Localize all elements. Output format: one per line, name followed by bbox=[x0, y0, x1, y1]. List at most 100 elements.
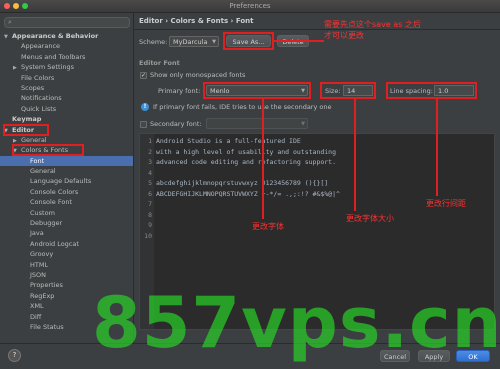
sidebar-item[interactable]: Groovy bbox=[0, 249, 133, 259]
sidebar-item[interactable]: Debugger bbox=[0, 218, 133, 228]
sidebar-item-label: Groovy bbox=[30, 250, 54, 259]
sidebar-item-label: Android Logcat bbox=[30, 239, 79, 248]
preview-line: abcdefghijklmnopqrstuvwxyz 0123456789 ()… bbox=[156, 179, 329, 187]
annotation-arrow-save-as bbox=[274, 40, 324, 42]
sidebar-item-label: Language Defaults bbox=[30, 177, 92, 186]
line-number: 8 bbox=[148, 210, 152, 219]
sidebar-item-label: Appearance & Behavior bbox=[12, 32, 99, 40]
sidebar-item-label: General bbox=[21, 135, 47, 144]
annotation-box-size bbox=[320, 82, 376, 99]
sidebar-item[interactable]: Java bbox=[0, 228, 133, 238]
zoom-button[interactable] bbox=[22, 3, 28, 9]
sidebar-item-label: System Settings bbox=[21, 63, 74, 72]
sidebar-item-label: Scopes bbox=[21, 83, 45, 92]
sidebar-item-label: File Status bbox=[30, 322, 64, 331]
annotation-spacing: 更改行间距 bbox=[426, 199, 466, 208]
monospaced-label: Show only monospaced fonts bbox=[150, 71, 246, 79]
secondary-font-select[interactable]: ▼ bbox=[206, 118, 308, 129]
secondary-font-checkbox[interactable] bbox=[140, 121, 147, 128]
sidebar-item[interactable]: JSON bbox=[0, 270, 133, 280]
annotation-arrow-font bbox=[262, 99, 264, 219]
sidebar-item[interactable]: File Colors bbox=[0, 73, 133, 83]
sidebar-item[interactable]: Android Logcat bbox=[0, 239, 133, 249]
sidebar-item-label: Diff bbox=[30, 312, 42, 321]
scheme-value: MyDarcula bbox=[173, 38, 208, 46]
secondary-font-label: Secondary font: bbox=[150, 120, 202, 128]
section-title: Editor Font bbox=[139, 59, 180, 67]
sidebar-item[interactable]: Console Colors bbox=[0, 187, 133, 197]
annotation-box-primary-font bbox=[203, 82, 311, 99]
line-number: 2 bbox=[148, 147, 152, 156]
preview-line: with a high level of usability and outst… bbox=[156, 147, 337, 156]
scheme-select[interactable]: MyDarcula ▼ bbox=[169, 36, 219, 47]
monospaced-checkbox[interactable]: ✓ bbox=[140, 72, 147, 79]
sidebar-item-label: Menus and Toolbars bbox=[21, 52, 86, 61]
primary-font-label: Primary font: bbox=[158, 87, 201, 95]
sidebar-item[interactable]: ▼ Appearance & Behavior bbox=[0, 31, 133, 41]
sidebar-item[interactable]: Appearance bbox=[0, 41, 133, 51]
line-number: 4 bbox=[148, 168, 152, 177]
breadcrumb: Editor › Colors & Fonts › Font bbox=[139, 17, 254, 25]
sidebar-item[interactable]: Custom bbox=[0, 208, 133, 218]
minimize-button[interactable] bbox=[13, 3, 19, 9]
annotation-box-line-spacing bbox=[386, 82, 477, 99]
info-icon: ! bbox=[141, 103, 149, 111]
sidebar-item-label: Notifications bbox=[21, 94, 62, 103]
annotation-arrow-size bbox=[354, 99, 356, 211]
sidebar-item-label: General bbox=[30, 167, 56, 176]
preview-line: advanced code editing and refactoring su… bbox=[156, 158, 337, 166]
chevron-down-icon: ▼ bbox=[212, 39, 216, 45]
sidebar-item[interactable]: Notifications bbox=[0, 93, 133, 103]
sidebar-item-label: Java bbox=[30, 229, 44, 238]
annotation-size: 更改字体大小 bbox=[346, 214, 394, 223]
window-controls bbox=[4, 3, 28, 9]
sidebar-item-label: Console Font bbox=[30, 198, 73, 207]
info-text: If primary font fails, IDE tries to use … bbox=[153, 103, 332, 111]
sidebar-item-label: File Colors bbox=[21, 73, 55, 82]
sidebar-item-label: Debugger bbox=[30, 219, 63, 228]
line-number: 5 bbox=[148, 179, 152, 187]
search-field[interactable]: ⌕ bbox=[4, 17, 130, 28]
sidebar-item-label: Font bbox=[30, 156, 45, 165]
preview-line: Android Studio is a full-featured IDE bbox=[156, 137, 301, 145]
sidebar-item[interactable]: Font bbox=[0, 155, 133, 167]
sidebar-item[interactable]: ▶ System Settings bbox=[0, 62, 133, 72]
line-number: 7 bbox=[148, 200, 152, 208]
annotation-save-as: 需要先点这个save as 之后 才可以更改 bbox=[324, 20, 421, 40]
line-number: 9 bbox=[148, 221, 152, 229]
sidebar-item[interactable]: Scopes bbox=[0, 83, 133, 93]
sidebar-item-label: Appearance bbox=[21, 42, 61, 51]
sidebar-item-label: XML bbox=[30, 302, 44, 311]
annotation-font: 更改字体 bbox=[252, 222, 284, 231]
sidebar-item[interactable]: Quick Lists bbox=[0, 104, 133, 114]
title-bar: Preferences bbox=[0, 0, 500, 13]
sidebar-item[interactable]: Console Font bbox=[0, 197, 133, 207]
sidebar-item-label: Keymap bbox=[12, 115, 42, 124]
annotation-box-save-as bbox=[223, 32, 274, 50]
scheme-label: Scheme: bbox=[139, 38, 168, 46]
annotation-box-sidebar bbox=[3, 123, 49, 136]
sidebar-item-label: Properties bbox=[30, 281, 63, 290]
help-button[interactable]: ? bbox=[8, 349, 21, 362]
sidebar-item[interactable]: General bbox=[0, 166, 133, 176]
line-number: 1 bbox=[148, 137, 152, 145]
preferences-window: Preferences ⌕ ▼ Appearance & Behavior Appe… bbox=[0, 0, 500, 369]
line-number: 6 bbox=[148, 189, 152, 198]
preview-line: ABCDEFGHIJKLMNOPQRSTUVWXYZ +-*/= .,;:!? … bbox=[156, 189, 340, 198]
sidebar-item[interactable]: HTML bbox=[0, 260, 133, 270]
line-number: 10 bbox=[144, 231, 152, 240]
divider bbox=[134, 29, 500, 30]
sidebar-item[interactable]: Language Defaults bbox=[0, 176, 133, 186]
line-number: 3 bbox=[148, 158, 152, 166]
sidebar-item-label: Quick Lists bbox=[21, 104, 57, 113]
sidebar-item-label: JSON bbox=[30, 270, 47, 279]
annotation-box-sidebar bbox=[12, 144, 84, 157]
close-button[interactable] bbox=[4, 3, 10, 9]
search-icon: ⌕ bbox=[8, 18, 12, 26]
sidebar-item-label: Console Colors bbox=[30, 187, 79, 196]
watermark: 857vps.cn bbox=[92, 282, 500, 364]
sidebar-item-label: Custom bbox=[30, 208, 55, 217]
chevron-down-icon: ▼ bbox=[301, 121, 305, 127]
window-title: Preferences bbox=[229, 2, 271, 10]
sidebar-item[interactable]: Menus and Toolbars bbox=[0, 52, 133, 62]
